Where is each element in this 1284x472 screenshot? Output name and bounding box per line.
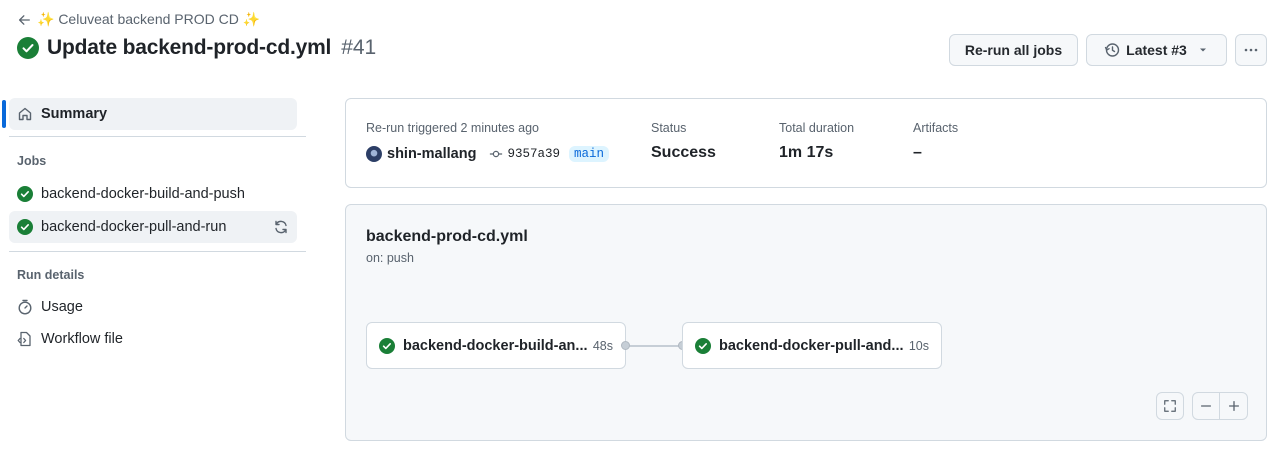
zoom-controls: [1192, 392, 1248, 420]
rerun-all-jobs-label: Re-run all jobs: [964, 42, 1063, 58]
graph-job-node[interactable]: backend-docker-build-an... 48s: [366, 322, 626, 369]
run-summary-card: Re-run triggered 2 minutes ago shin-mall…: [345, 98, 1267, 188]
fullscreen-button[interactable]: [1156, 392, 1184, 420]
commit-link[interactable]: 9357a39: [489, 147, 560, 161]
graph-job-name: backend-docker-pull-and...: [719, 337, 904, 354]
artifacts-label: Artifacts: [913, 121, 959, 135]
actor-name[interactable]: shin-mallang: [387, 146, 476, 162]
check-circle-icon: [17, 37, 39, 59]
arrow-left-icon: [18, 14, 30, 25]
sidebar-item-label: backend-docker-pull-and-run: [41, 219, 227, 235]
status-label: Status: [651, 121, 687, 135]
workflow-file-name: backend-prod-cd.yml: [366, 228, 528, 245]
check-circle-icon: [695, 337, 711, 354]
stopwatch-icon: [17, 299, 33, 315]
active-indicator: [2, 100, 6, 128]
sidebar-item-summary[interactable]: Summary: [9, 98, 297, 130]
zoom-in-button[interactable]: [1220, 393, 1247, 419]
sync-icon[interactable]: [273, 219, 289, 235]
sidebar-item-label: backend-docker-build-and-push: [41, 186, 245, 202]
sidebar-item-job[interactable]: backend-docker-build-and-push: [9, 178, 297, 210]
divider: [9, 251, 306, 252]
trigger-text: Re-run triggered 2 minutes ago: [366, 121, 540, 135]
artifacts-value: –: [913, 144, 922, 161]
connector-dot: [621, 341, 630, 350]
jobs-heading: Jobs: [17, 154, 47, 168]
graph-job-duration: 48s: [592, 338, 613, 353]
page-title: Update backend-prod-cd.yml: [47, 36, 332, 59]
workflow-trigger: on: push: [366, 251, 414, 265]
git-commit-icon: [490, 150, 503, 158]
sidebar-item-label: Summary: [41, 106, 108, 122]
sidebar-item-usage[interactable]: Usage: [9, 291, 297, 323]
graph-job-duration: 10s: [908, 338, 929, 353]
workflow-name-link[interactable]: ✨ Celuveat backend PROD CD ✨: [37, 11, 260, 28]
plus-icon: [1228, 400, 1239, 412]
run-details-heading: Run details: [17, 268, 85, 282]
check-circle-icon: [17, 186, 33, 202]
rerun-all-jobs-button[interactable]: Re-run all jobs: [949, 34, 1078, 66]
workflow-graph-card: backend-prod-cd.yml on: push backend-doc…: [345, 204, 1267, 441]
history-icon: [1104, 43, 1120, 57]
status-value: Success: [651, 144, 716, 161]
latest-attempt-label: Latest #3: [1126, 42, 1187, 58]
graph-connector: [625, 345, 683, 347]
commit-sha: 9357a39: [507, 147, 560, 161]
avatar[interactable]: [366, 146, 382, 162]
home-icon: [17, 106, 33, 122]
more-options-button[interactable]: [1235, 34, 1267, 66]
divider: [9, 136, 306, 137]
duration-value: 1m 17s: [779, 144, 834, 161]
check-circle-icon: [17, 219, 33, 235]
dash-icon: [1200, 405, 1212, 407]
actor-row: shin-mallang 9357a39 main: [366, 146, 609, 162]
screen-full-icon: [1164, 400, 1176, 412]
duration-label: Total duration: [779, 121, 855, 135]
sidebar-item-job[interactable]: backend-docker-pull-and-run: [9, 211, 297, 243]
graph-job-name: backend-docker-build-an...: [403, 337, 588, 354]
sidebar-item-label: Usage: [41, 299, 83, 315]
run-title-row: Update backend-prod-cd.yml #41: [17, 36, 376, 60]
kebab-horizontal-icon: [1244, 48, 1258, 52]
file-code-icon: [17, 331, 33, 347]
graph-job-node[interactable]: backend-docker-pull-and... 10s: [682, 322, 942, 369]
sidebar-item-workflow-file[interactable]: Workflow file: [9, 323, 297, 355]
zoom-out-button[interactable]: [1193, 393, 1220, 419]
check-circle-icon: [379, 337, 395, 354]
run-number: #41: [341, 36, 377, 59]
latest-attempt-dropdown[interactable]: Latest #3: [1086, 34, 1227, 66]
sidebar-item-label: Workflow file: [41, 331, 123, 347]
triangle-down-icon: [1199, 48, 1206, 52]
branch-label[interactable]: main: [568, 146, 609, 162]
back-link[interactable]: ✨ Celuveat backend PROD CD ✨: [17, 11, 260, 28]
